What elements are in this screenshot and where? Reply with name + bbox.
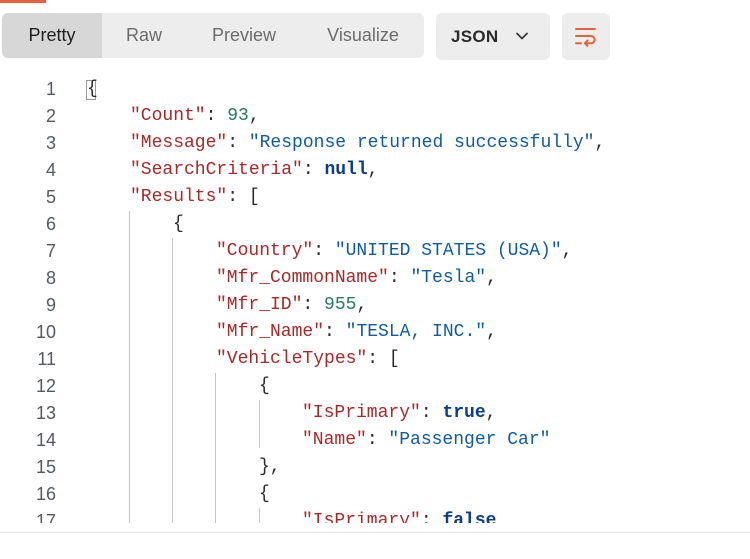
line-number: 10	[35, 322, 56, 342]
line-number: 14	[35, 430, 56, 450]
indent-guide	[259, 400, 260, 448]
line-number: 6	[45, 214, 56, 234]
code-token: :	[313, 241, 335, 261]
line-number: 7	[45, 241, 56, 261]
code-text: "Name": "Passenger Car"	[302, 427, 550, 454]
code-token: :	[302, 160, 325, 180]
code-token: false	[442, 511, 497, 523]
code-token: :	[227, 133, 249, 153]
code-token: 93	[227, 106, 249, 126]
code-token: "Name"	[302, 430, 367, 450]
chevron-down-icon	[516, 32, 528, 40]
tab-pretty[interactable]: Pretty	[2, 13, 102, 58]
code-token: ,	[486, 322, 497, 342]
line-number: 13	[35, 403, 56, 423]
code-token: :	[420, 403, 443, 423]
code-token: "IsPrimary"	[302, 511, 421, 523]
line-number: 3	[45, 133, 56, 153]
code-token: ,	[356, 295, 368, 315]
line-number: 15	[35, 457, 56, 477]
code-token: :	[366, 430, 389, 450]
line-number: 2	[45, 106, 56, 126]
indent-guide	[172, 238, 173, 523]
code-text: {	[259, 481, 270, 508]
word-wrap-button[interactable]	[562, 13, 610, 60]
code-token: "Message"	[130, 133, 228, 153]
code-token: "Mfr_CommonName"	[216, 268, 389, 288]
view-mode-tabs: Pretty Raw Preview Visualize	[2, 13, 424, 58]
editor-bottom-border	[0, 532, 750, 533]
line-number: 4	[45, 160, 56, 180]
code-text: "IsPrimary": false	[302, 508, 496, 523]
code-token: "SearchCriteria"	[130, 160, 303, 180]
code-token: "Mfr_Name"	[216, 322, 325, 342]
code-text: "IsPrimary": true,	[302, 400, 496, 427]
indent-guide	[215, 373, 216, 523]
code-text: "SearchCriteria": null,	[130, 157, 378, 184]
code-text: {	[173, 211, 184, 238]
code-token: "Country"	[216, 241, 314, 261]
code-token: "TESLA, INC."	[345, 322, 487, 342]
tab-visualize[interactable]: Visualize	[302, 13, 424, 58]
line-number: 16	[35, 484, 56, 504]
code-text: "Country": "UNITED STATES (USA)",	[216, 238, 572, 265]
code-token: ,	[486, 268, 497, 288]
code-token: : [	[367, 349, 400, 369]
code-token: {	[87, 79, 98, 99]
code-token: "Response returned successfully"	[248, 133, 595, 153]
code-token: "Results"	[130, 187, 228, 207]
indent-guide	[259, 508, 260, 523]
line-number: 12	[35, 376, 56, 396]
code-token: :	[388, 268, 411, 288]
code-token: {	[259, 484, 270, 504]
format-select[interactable]: JSON	[436, 13, 550, 60]
code-text: },	[259, 454, 281, 481]
line-number: 1	[45, 79, 56, 99]
code-token: },	[259, 457, 281, 477]
code-token: :	[324, 322, 346, 342]
code-token: "Passenger Car"	[388, 430, 551, 450]
code-token: ,	[485, 403, 497, 423]
code-text: "Mfr_ID": 955,	[216, 292, 367, 319]
code-token: "Count"	[130, 106, 206, 126]
code-text: {	[259, 373, 270, 400]
code-token: "VehicleTypes"	[216, 349, 368, 369]
code-token: "UNITED STATES (USA)"	[334, 241, 562, 261]
word-wrap-icon	[575, 27, 596, 47]
format-select-value: JSON	[451, 26, 499, 46]
code-token: "Mfr_ID"	[216, 295, 303, 315]
code-token: 955	[324, 295, 357, 315]
code-text: "Results": [	[130, 184, 260, 211]
code-token: {	[173, 214, 184, 234]
code-token: "Tesla"	[410, 268, 487, 288]
code-token: : [	[227, 187, 260, 207]
code-token: :	[205, 106, 228, 126]
code-text: "Mfr_Name": "TESLA, INC.",	[216, 319, 497, 346]
code-token: :	[302, 295, 325, 315]
code-text: {	[87, 76, 98, 103]
line-number: 8	[45, 268, 56, 288]
line-number: 11	[37, 349, 56, 369]
code-token: ,	[248, 106, 260, 126]
indent-guide	[129, 211, 130, 523]
code-token: {	[259, 376, 270, 396]
line-number: 9	[45, 295, 56, 315]
response-body-editor[interactable]: 1 {2 "Count": 93, 3 "Message": "Response ret…	[0, 76, 750, 523]
code-text: "VehicleTypes": [	[216, 346, 400, 373]
code-token: ,	[594, 133, 606, 153]
code-text: "Count": 93,	[130, 103, 260, 130]
tab-preview[interactable]: Preview	[186, 13, 302, 58]
code-token: true	[442, 403, 486, 423]
code-token: ,	[367, 160, 379, 180]
code-token: null	[324, 160, 368, 180]
code-text: "Message": "Response returned successful…	[130, 130, 605, 157]
line-number: 17	[35, 511, 56, 523]
code-token: ,	[561, 241, 573, 261]
tab-raw[interactable]: Raw	[102, 13, 186, 58]
code-token: "IsPrimary"	[302, 403, 421, 423]
code-token: :	[420, 511, 443, 523]
line-number: 5	[45, 187, 56, 207]
code-text: "Mfr_CommonName": "Tesla",	[216, 265, 497, 292]
response-toolbar: Pretty Raw Preview Visualize JSON	[0, 0, 750, 70]
